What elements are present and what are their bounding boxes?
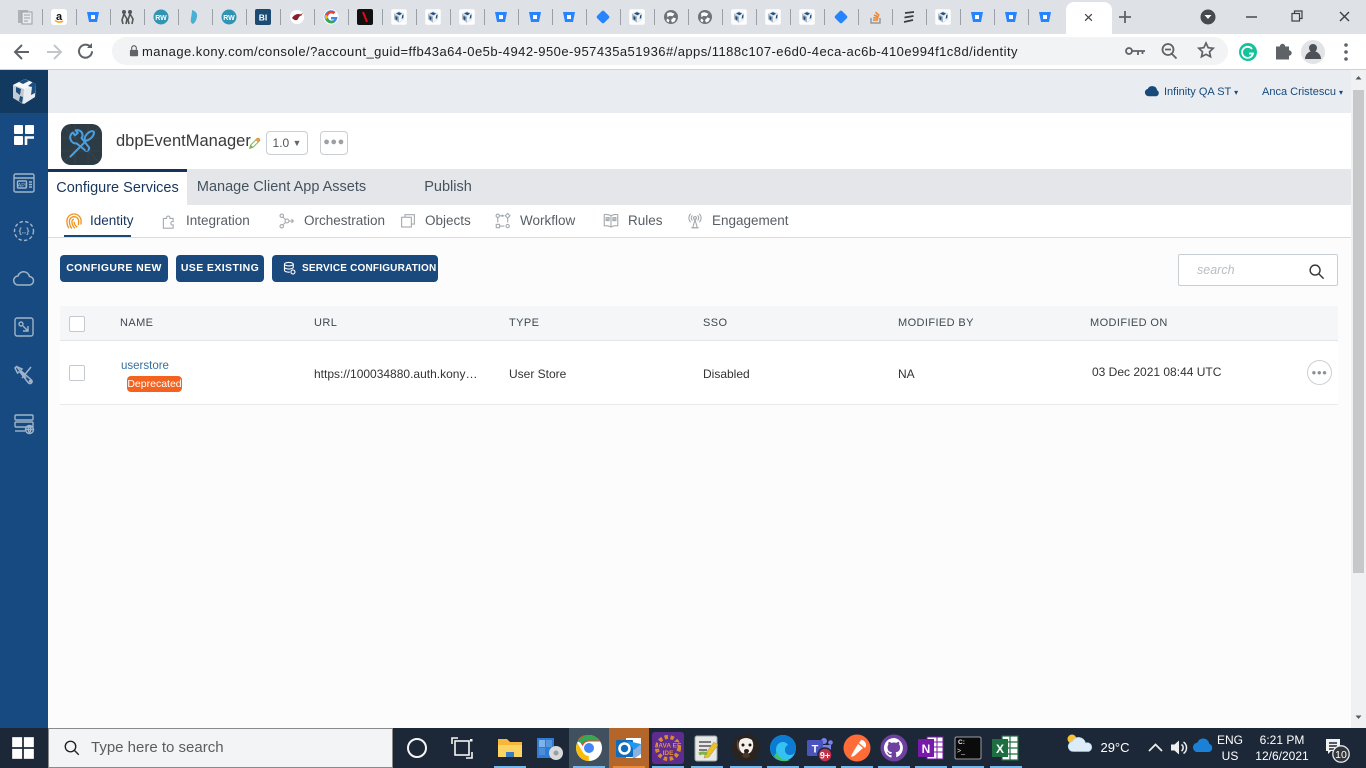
svg-text:C:: C:: [958, 739, 965, 746]
svg-text:API: API: [18, 183, 27, 189]
svg-text:JAVA EE: JAVA EE: [655, 743, 682, 750]
svg-text:X: X: [996, 742, 1004, 756]
svg-text:10: 10: [1335, 749, 1347, 761]
svg-text:{..}: {..}: [19, 227, 30, 236]
svg-text:RW: RW: [155, 15, 167, 22]
svg-text:RW: RW: [223, 15, 235, 22]
svg-text:IDE: IDE: [663, 750, 675, 757]
svg-text:N: N: [922, 742, 931, 756]
svg-text:9+: 9+: [820, 751, 830, 761]
svg-text:>_: >_: [957, 748, 965, 755]
svg-text:BI: BI: [259, 13, 268, 23]
